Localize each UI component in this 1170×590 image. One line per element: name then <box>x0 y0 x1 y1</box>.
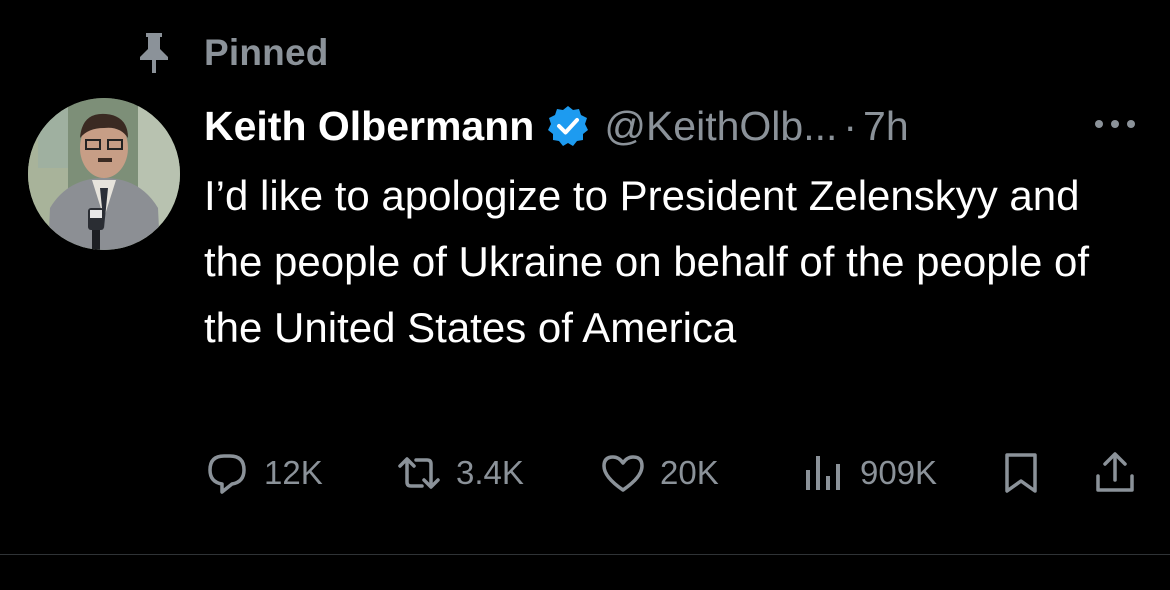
tweet-timestamp[interactable]: 7h <box>863 103 909 150</box>
views-chart-icon <box>806 456 840 490</box>
header-separator: · <box>843 102 858 149</box>
tweet-divider <box>0 554 1170 555</box>
reply-icon <box>208 454 246 494</box>
retweet-count: 3.4K <box>456 454 524 491</box>
share-button[interactable] <box>1092 445 1138 501</box>
heart-icon <box>602 455 644 492</box>
more-icon[interactable] <box>1090 114 1140 134</box>
views-count: 909K <box>860 454 938 491</box>
author-handle[interactable]: @KeithOlb... <box>604 103 837 150</box>
pinned-label: Pinned <box>204 32 329 73</box>
tweet-header: Keith Olbermann @KeithOlb... · 7h <box>204 98 909 154</box>
pinned-indicator: Pinned <box>138 30 329 76</box>
retweet-button[interactable]: 3.4K <box>396 445 524 501</box>
retweet-icon <box>398 457 440 489</box>
author-name[interactable]: Keith Olbermann <box>204 103 534 150</box>
pin-icon <box>140 33 168 73</box>
views-button[interactable]: 909K <box>800 445 937 501</box>
avatar[interactable] <box>28 98 180 250</box>
tweet-actions: 12K 3.4K 20K 909K <box>0 445 1170 501</box>
bookmark-icon <box>1005 453 1037 493</box>
like-button[interactable]: 20K <box>600 445 719 501</box>
bookmark-button[interactable] <box>998 445 1044 501</box>
share-icon <box>1096 452 1134 492</box>
avatar-photo <box>28 98 180 250</box>
reply-count: 12K <box>264 454 323 491</box>
reply-button[interactable]: 12K <box>204 445 323 501</box>
like-count: 20K <box>660 454 719 491</box>
verified-badge-icon[interactable] <box>546 104 590 148</box>
tweet-text: I’d like to apologize to President Zelen… <box>204 172 1089 351</box>
